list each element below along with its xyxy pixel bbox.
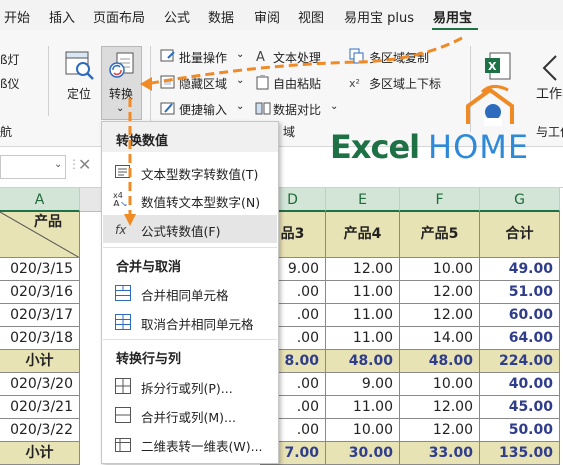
menu-item-label: 合并相同单元格 xyxy=(141,288,229,303)
menu-item-text-to-number[interactable]: 文本型数字转数值(T) xyxy=(103,158,277,186)
excelhome-logo: Excel HOME xyxy=(330,84,540,166)
menu-item-label: 二维表转一维表(W)... xyxy=(141,439,263,454)
menu-section-merge: 合并与取消 xyxy=(116,260,182,275)
menu-section-convert-values: 转换数值 xyxy=(116,134,169,149)
number-to-text-icon: x4A ↘ xyxy=(113,191,128,206)
menu-separator xyxy=(103,339,277,340)
menu-item-number-to-text[interactable]: x4 A ↘ 数值转文本型数字(N) xyxy=(103,186,277,214)
menu-section-rows-columns: 转换行与列 xyxy=(116,352,182,367)
svg-text:fx: fx xyxy=(115,223,127,237)
menu-item-label: 拆分行或列(P)... xyxy=(141,381,233,396)
menu-item-label: 数值转文本型数字(N) xyxy=(141,195,261,210)
table-convert-icon xyxy=(115,438,131,452)
menu-separator xyxy=(103,247,277,248)
spreadsheet-grid: A D E F G 产品 品3 产品4 产品5 合计 020/3/15 9.00 1… xyxy=(0,188,563,465)
menu-item-label: 文本型数字转数值(T) xyxy=(141,167,259,182)
menu-item-label: 公式转数值(F) xyxy=(141,224,221,239)
menu-item-formula-to-value[interactable]: fx 公式转数值(F) xyxy=(103,215,277,243)
menu-item-merge-same-cells[interactable]: 合并相同单元格 xyxy=(103,279,277,307)
annotation-arrows xyxy=(0,0,563,462)
logo-text-excel: Excel xyxy=(330,128,420,166)
svg-text:↘: ↘ xyxy=(120,200,128,206)
menu-item-split-rows-columns[interactable]: 拆分行或列(P)... xyxy=(103,372,277,400)
formula-fx-icon: fx xyxy=(115,223,127,237)
menu-item-label: 合并行或列(M)... xyxy=(141,410,236,425)
menu-item-unmerge-same-cells[interactable]: 取消合并相同单元格 xyxy=(103,308,277,336)
text-to-number-icon xyxy=(115,165,130,178)
logo-text-home: HOME xyxy=(428,128,530,166)
svg-text:A: A xyxy=(113,199,120,206)
convert-dropdown-menu: 转换数值 文本型数字转数值(T) x4 A ↘ 数值转文本型数字(N) fx 公式转… xyxy=(101,121,279,464)
menu-item-label: 取消合并相同单元格 xyxy=(141,317,254,332)
menu-item-2d-to-1d-table[interactable]: 二维表转一维表(W)... xyxy=(103,430,277,458)
logo-house-icon xyxy=(466,85,514,126)
split-rows-icon xyxy=(115,378,131,394)
merge-cells-icon xyxy=(115,285,131,301)
menu-item-merge-rows-columns[interactable]: 合并行或列(M)... xyxy=(103,401,277,429)
merge-rows-icon xyxy=(115,407,131,423)
unmerge-cells-icon xyxy=(115,314,131,330)
